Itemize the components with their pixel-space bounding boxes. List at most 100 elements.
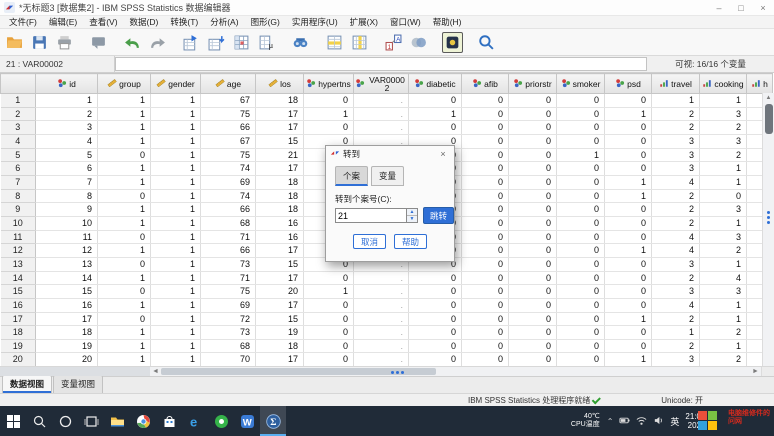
row-header[interactable]: 9	[1, 203, 36, 217]
column-header-var00002[interactable]: VAR00002	[354, 74, 409, 94]
cell[interactable]: 1	[151, 121, 201, 135]
cell[interactable]: 0	[605, 216, 652, 230]
scroll-right-arrow-icon[interactable]: ►	[750, 367, 761, 376]
cell[interactable]: 1	[98, 107, 151, 121]
row-header[interactable]: 16	[1, 298, 36, 312]
cell[interactable]: 1	[36, 94, 98, 108]
spss-taskbar-button[interactable]: Σ	[260, 406, 286, 436]
value-labels-icon[interactable]	[442, 32, 463, 53]
cell[interactable]: 19	[256, 326, 304, 340]
close-button[interactable]: ×	[752, 0, 774, 15]
input-language-indicator[interactable]: 英	[670, 415, 679, 428]
cell[interactable]: 0	[509, 353, 557, 366]
recall-dialogs-icon[interactable]	[88, 32, 109, 53]
cell[interactable]: 0	[409, 326, 462, 340]
menu-graphs[interactable]: 图形(G)	[245, 16, 286, 28]
cell[interactable]: 11	[36, 230, 98, 244]
cortana-taskbar-button[interactable]	[52, 406, 78, 436]
cell[interactable]: 20	[256, 285, 304, 299]
maximize-button[interactable]: □	[730, 0, 752, 15]
cell[interactable]: 3	[652, 257, 700, 271]
cell[interactable]: 1	[98, 162, 151, 176]
cell[interactable]: 17	[256, 353, 304, 366]
cancel-button[interactable]: 取消	[353, 234, 386, 249]
row-header[interactable]: 12	[1, 244, 36, 258]
column-header-travel[interactable]: travel	[652, 74, 700, 94]
cell[interactable]: 1	[700, 216, 747, 230]
cell[interactable]: 17	[256, 271, 304, 285]
cell[interactable]: 0	[557, 216, 605, 230]
cell[interactable]: 3	[652, 148, 700, 162]
cell[interactable]: 71	[201, 230, 256, 244]
cell[interactable]: 1	[98, 94, 151, 108]
search-icon[interactable]	[476, 32, 497, 53]
open-file-icon[interactable]	[4, 32, 25, 53]
column-header-psd[interactable]: psd	[605, 74, 652, 94]
cell[interactable]: 0	[462, 216, 509, 230]
cell[interactable]: 3	[700, 230, 747, 244]
menu-edit[interactable]: 编辑(E)	[43, 16, 83, 28]
cell[interactable]: 0	[557, 298, 605, 312]
cell[interactable]: 69	[201, 298, 256, 312]
cell[interactable]: 17	[256, 298, 304, 312]
volume-icon[interactable]	[653, 415, 664, 428]
cell[interactable]: 0	[605, 257, 652, 271]
cell[interactable]: 0	[557, 257, 605, 271]
save-icon[interactable]	[29, 32, 50, 53]
dialog-close-icon[interactable]: ×	[436, 149, 450, 159]
cell[interactable]: 1	[98, 298, 151, 312]
menu-analyze[interactable]: 分析(A)	[204, 16, 244, 28]
cell[interactable]: 1	[98, 216, 151, 230]
row-header[interactable]: 3	[1, 121, 36, 135]
column-header-age[interactable]: age	[201, 74, 256, 94]
cell[interactable]: 0	[98, 312, 151, 326]
cell[interactable]: 0	[509, 148, 557, 162]
cell[interactable]: .	[354, 94, 409, 108]
cell[interactable]: 0	[557, 94, 605, 108]
vertical-scrollbar[interactable]: ▲	[762, 93, 774, 366]
cell[interactable]: 0	[557, 271, 605, 285]
cell[interactable]: 18	[256, 203, 304, 217]
cell[interactable]: 17	[256, 107, 304, 121]
cell[interactable]: 0	[304, 326, 354, 340]
go-button[interactable]: 跳转	[423, 207, 454, 224]
dialog-tab-case[interactable]: 个案	[335, 166, 368, 186]
cell[interactable]: 0	[462, 189, 509, 203]
cell[interactable]: 3	[652, 162, 700, 176]
cell[interactable]: 0	[304, 271, 354, 285]
cell[interactable]: 1	[151, 107, 201, 121]
cell[interactable]: .	[354, 353, 409, 366]
weight-cases-icon[interactable]	[408, 32, 429, 53]
cell[interactable]: 10	[36, 216, 98, 230]
cell[interactable]: 0	[605, 285, 652, 299]
cell[interactable]: 0	[409, 353, 462, 366]
find-icon[interactable]	[290, 32, 311, 53]
cell[interactable]: 0	[462, 257, 509, 271]
column-header-diabetic[interactable]: diabetic	[409, 74, 462, 94]
wps-taskbar-button[interactable]: W	[234, 406, 260, 436]
cell[interactable]: 0	[509, 312, 557, 326]
scroll-track[interactable]	[436, 367, 750, 376]
view-tab-data[interactable]: 数据视图	[2, 375, 52, 393]
cell[interactable]: 0	[605, 134, 652, 148]
cell[interactable]: 1	[151, 326, 201, 340]
cell[interactable]: 18	[256, 339, 304, 353]
column-header-afib[interactable]: afib	[462, 74, 509, 94]
cell[interactable]: 66	[201, 121, 256, 135]
cell[interactable]: .	[354, 271, 409, 285]
cell[interactable]: 2	[700, 121, 747, 135]
row-header[interactable]: 5	[1, 148, 36, 162]
cell[interactable]: 73	[201, 326, 256, 340]
cell[interactable]: 1	[304, 107, 354, 121]
column-header-group[interactable]: group	[98, 74, 151, 94]
cell[interactable]: 1	[605, 244, 652, 258]
goto-variable-icon[interactable]	[206, 32, 227, 53]
row-header[interactable]: 17	[1, 312, 36, 326]
horizontal-scrollbar[interactable]: ◄ ►	[0, 366, 774, 376]
horizontal-splitter-handle[interactable]	[391, 371, 404, 374]
cell[interactable]: 0	[462, 230, 509, 244]
cell[interactable]: 2	[652, 121, 700, 135]
cell[interactable]: 1	[98, 271, 151, 285]
redo-icon[interactable]	[147, 32, 168, 53]
scroll-left-arrow-icon[interactable]: ◄	[150, 367, 161, 376]
